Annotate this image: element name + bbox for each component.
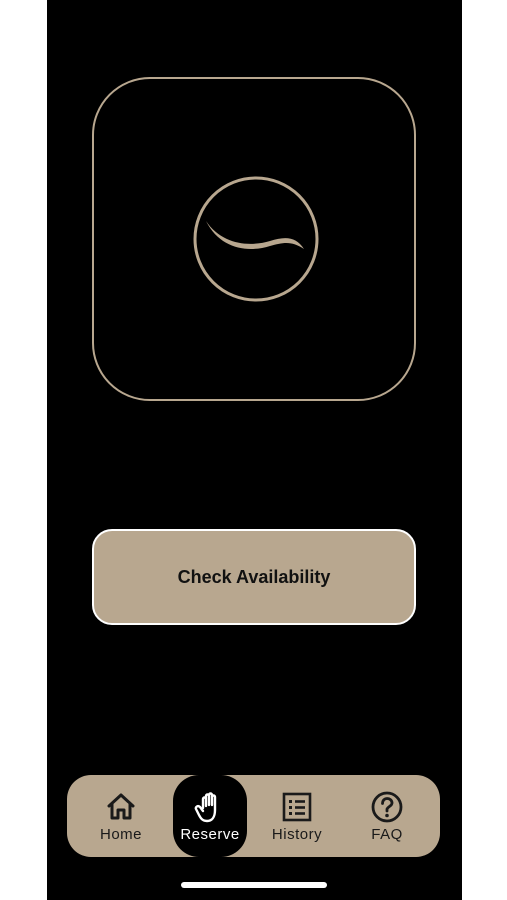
check-availability-button[interactable]: Check Availability bbox=[92, 529, 416, 625]
app-screen: Check Availability Home Reserve History … bbox=[47, 0, 462, 900]
home-indicator[interactable] bbox=[181, 882, 327, 888]
bottom-tab-bar: Home Reserve History FAQ bbox=[67, 775, 440, 857]
tab-history[interactable]: History bbox=[253, 775, 341, 857]
tab-history-label: History bbox=[271, 825, 323, 843]
tab-home[interactable]: Home bbox=[77, 775, 165, 857]
tab-home-label: Home bbox=[99, 825, 142, 843]
home-icon bbox=[107, 793, 135, 819]
hand-icon bbox=[194, 791, 217, 822]
tab-faq-label: FAQ bbox=[371, 825, 403, 843]
tab-reserve-label: Reserve bbox=[180, 825, 240, 843]
brand-logo-icon bbox=[193, 176, 319, 302]
tab-faq[interactable]: FAQ bbox=[343, 775, 431, 857]
question-circle-icon bbox=[371, 791, 403, 822]
tab-reserve[interactable]: Reserve bbox=[173, 775, 247, 857]
list-icon bbox=[282, 792, 312, 821]
logo-card bbox=[92, 77, 416, 401]
